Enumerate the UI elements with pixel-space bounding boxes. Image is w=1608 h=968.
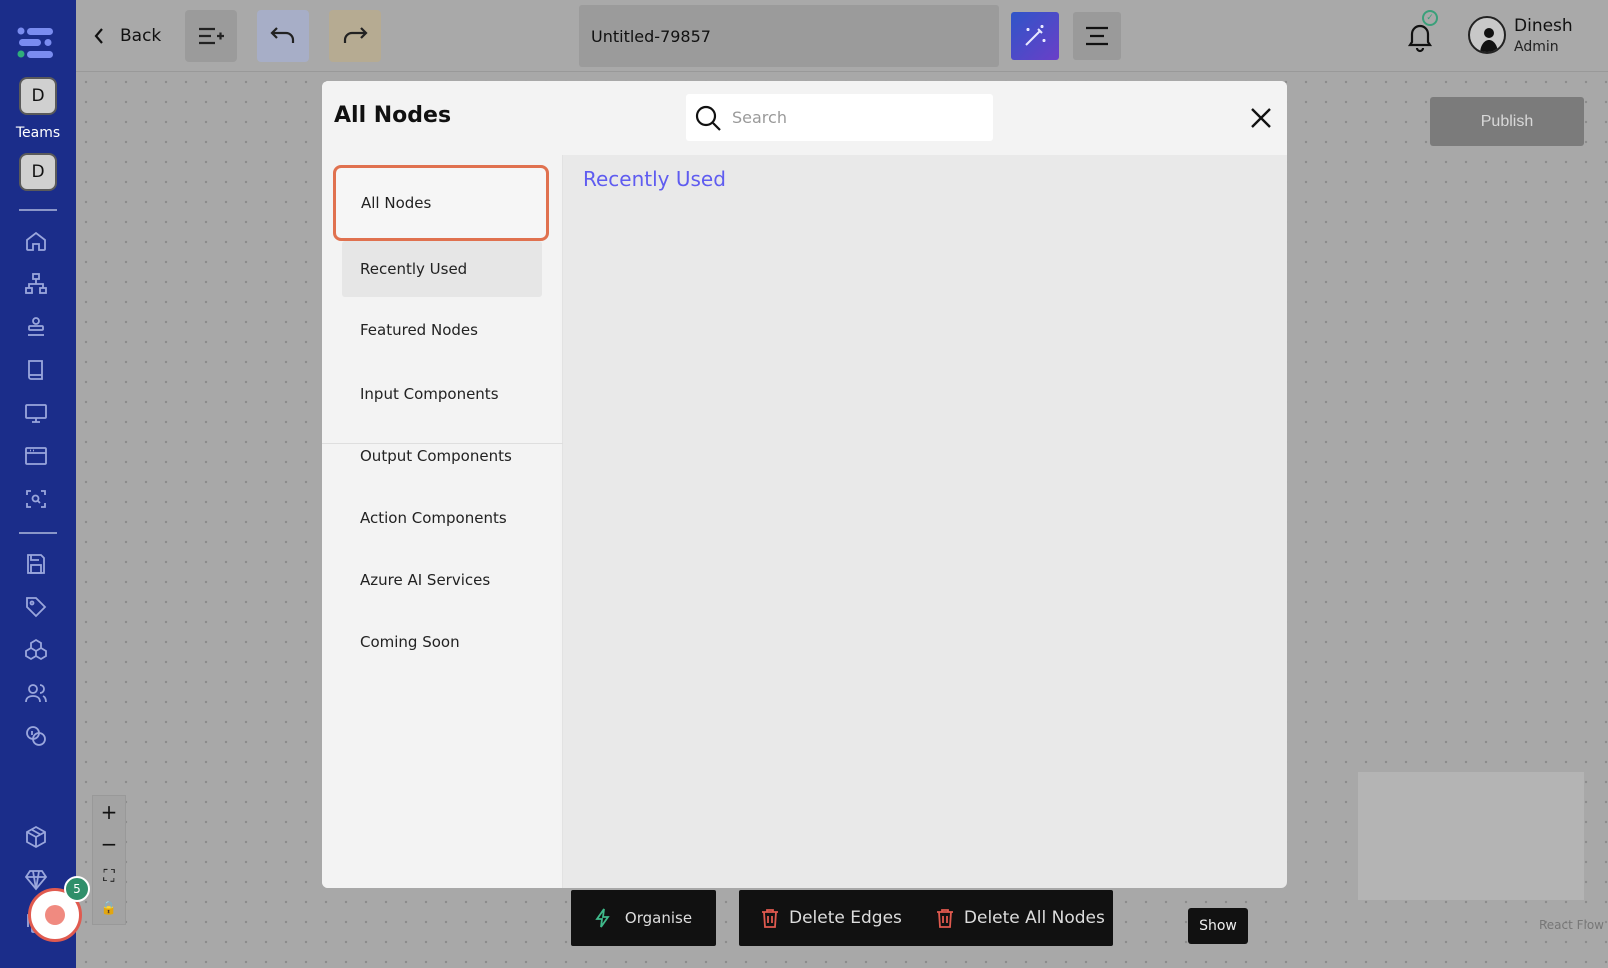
align-menu-button[interactable]: [1073, 12, 1121, 60]
delete-actions-bar: Delete Edges Delete All Nodes: [739, 890, 1113, 946]
trash-icon: [936, 909, 953, 928]
magic-wand-icon: [1025, 25, 1046, 46]
avatar[interactable]: [1468, 16, 1506, 54]
lightning-icon: [595, 908, 610, 928]
delete-all-nodes-button[interactable]: Delete All Nodes: [964, 908, 1105, 928]
coins-icon[interactable]: [22, 722, 50, 750]
react-flow-attribution[interactable]: React Flow: [1539, 918, 1604, 932]
stack-icon[interactable]: [22, 313, 50, 341]
align-center-icon: [1086, 26, 1108, 46]
magic-wand-button[interactable]: [1011, 12, 1059, 60]
list-add-icon: [199, 27, 224, 45]
all-nodes-modal: All Nodes All Nodes Recently Used Featur…: [322, 81, 1287, 888]
category-all-nodes[interactable]: All Nodes: [333, 165, 549, 241]
user-silhouette-icon: [1480, 28, 1498, 52]
undo-button[interactable]: [257, 10, 309, 62]
modal-header: All Nodes: [322, 81, 1287, 155]
modal-title: All Nodes: [334, 103, 452, 128]
record-dot-icon: [45, 905, 65, 925]
users-icon[interactable]: [22, 679, 50, 707]
notification-status-badge: ✓: [1422, 10, 1438, 26]
category-azure-ai-services[interactable]: Azure AI Services: [342, 552, 542, 608]
organise-label: Organise: [624, 909, 693, 927]
scan-search-icon[interactable]: [22, 485, 50, 513]
home-icon[interactable]: [22, 227, 50, 255]
zoom-in-button[interactable]: +: [93, 796, 125, 828]
delete-edges-button[interactable]: Delete Edges: [789, 908, 902, 928]
add-to-list-button[interactable]: [185, 10, 237, 62]
publish-button[interactable]: Publish: [1430, 97, 1584, 146]
rail-divider: [19, 532, 57, 534]
zoom-controls: + − ⛶ 🔒: [92, 795, 126, 925]
rail-divider: [19, 209, 57, 211]
minimap[interactable]: [1358, 772, 1584, 900]
category-input-components[interactable]: Input Components: [342, 366, 542, 422]
cubes-icon[interactable]: [22, 636, 50, 664]
back-button[interactable]: Back: [92, 18, 161, 54]
package-icon[interactable]: [22, 823, 50, 851]
team-switcher-button[interactable]: D: [19, 77, 57, 115]
tag-icon[interactable]: [22, 593, 50, 621]
chevron-left-icon: [94, 28, 103, 44]
category-recently-used[interactable]: Recently Used: [342, 241, 542, 297]
user-name[interactable]: Dinesh: [1514, 16, 1573, 36]
redo-button[interactable]: [329, 10, 381, 62]
project-title-field[interactable]: Untitled-79857: [579, 5, 999, 67]
teams-label: Teams: [15, 125, 61, 141]
workflow-icon[interactable]: [22, 270, 50, 298]
top-bar: Back Untitled-79857 ✓ Dinesh Admin: [76, 0, 1608, 72]
category-output-components[interactable]: Output Components: [342, 428, 542, 484]
back-label: Back: [120, 26, 162, 46]
category-featured-nodes[interactable]: Featured Nodes: [342, 302, 542, 358]
organise-button[interactable]: Organise: [571, 890, 716, 946]
fab-count-badge: 5: [64, 876, 90, 902]
category-action-components[interactable]: Action Components: [342, 490, 542, 546]
search-icon: [695, 105, 721, 131]
search-input[interactable]: [732, 108, 972, 127]
user-role: Admin: [1514, 39, 1559, 55]
book-icon[interactable]: [22, 356, 50, 384]
show-button[interactable]: Show: [1188, 908, 1248, 944]
trash-icon: [762, 909, 778, 928]
search-box[interactable]: [686, 94, 993, 141]
zoom-out-button[interactable]: −: [93, 828, 125, 860]
section-title: Recently Used: [583, 167, 726, 191]
team-avatar-button[interactable]: D: [19, 153, 57, 191]
category-coming-soon[interactable]: Coming Soon: [342, 614, 542, 670]
category-sidebar: All Nodes Recently Used Featured Nodes I…: [322, 155, 563, 888]
save-icon[interactable]: [22, 550, 50, 578]
lock-button[interactable]: 🔒: [93, 892, 125, 924]
left-rail: D Teams D: [0, 0, 76, 968]
browser-window-icon[interactable]: [22, 442, 50, 470]
undo-icon: [270, 27, 295, 43]
monitor-icon[interactable]: [22, 399, 50, 427]
app-logo-icon[interactable]: [17, 26, 55, 60]
fit-view-button[interactable]: ⛶: [93, 860, 125, 892]
close-icon[interactable]: [1248, 105, 1274, 131]
redo-icon: [343, 27, 368, 43]
